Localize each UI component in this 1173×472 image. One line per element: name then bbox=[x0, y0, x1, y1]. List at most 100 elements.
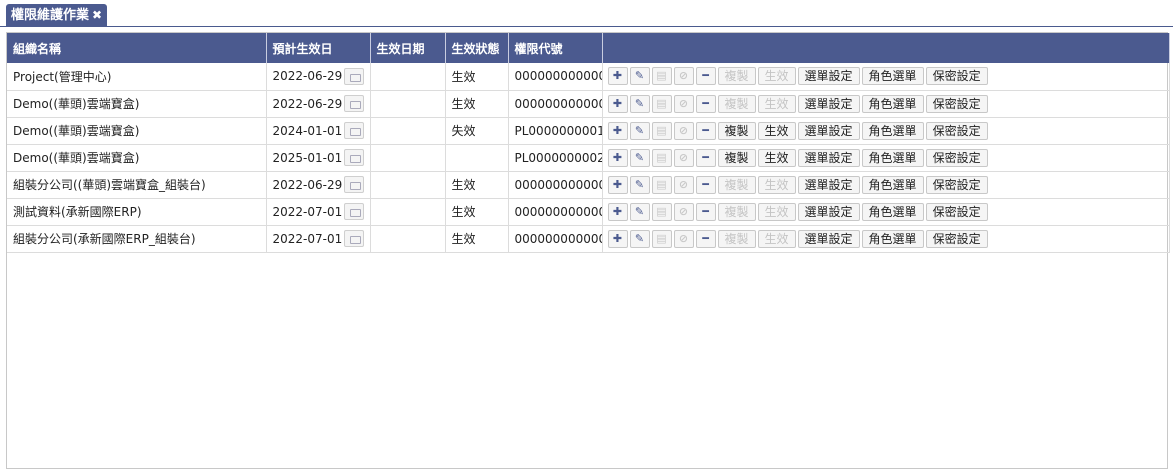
remove-icon[interactable]: ━ bbox=[695, 148, 716, 167]
add-icon[interactable]: ✚ bbox=[607, 175, 628, 194]
status-cell: 生效 bbox=[445, 63, 509, 91]
menu-settings-button[interactable]: 選單設定 bbox=[797, 175, 860, 194]
add-icon[interactable]: ✚ bbox=[607, 148, 628, 167]
folder-icon[interactable] bbox=[343, 122, 364, 139]
folder-icon[interactable] bbox=[343, 149, 364, 166]
table-row[interactable]: Project(管理中心) 2022-06-29 生效 000000000000… bbox=[7, 63, 1170, 91]
cancel-icon[interactable]: ⊘ bbox=[673, 121, 694, 140]
secrecy-settings-button[interactable]: 保密設定 bbox=[925, 202, 988, 221]
column-header-status[interactable]: 生效狀態 bbox=[445, 33, 509, 63]
edit-icon[interactable]: ✎ bbox=[629, 148, 650, 167]
table-row[interactable]: Demo((華頭)雲端寶盒) 2025-01-01 PL0000000002 ✚… bbox=[7, 144, 1170, 172]
table-row[interactable]: 組裝分公司(承新國際ERP_組裝台) 2022-07-01 生效 0000000… bbox=[7, 225, 1170, 253]
menu-settings-button[interactable]: 選單設定 bbox=[797, 202, 860, 221]
org-cell: Demo((華頭)雲端寶盒) bbox=[7, 144, 267, 172]
tab-permission-maintenance[interactable]: 權限維護作業 ✖ bbox=[6, 4, 108, 27]
save-icon[interactable]: ▤ bbox=[651, 202, 672, 221]
copy-button[interactable]: 複製 bbox=[717, 67, 756, 86]
role-menu-button[interactable]: 角色選單 bbox=[861, 67, 924, 86]
secrecy-settings-button[interactable]: 保密設定 bbox=[925, 229, 988, 248]
save-icon[interactable]: ▤ bbox=[651, 94, 672, 113]
copy-button[interactable]: 複製 bbox=[717, 202, 756, 221]
cancel-icon[interactable]: ⊘ bbox=[673, 148, 694, 167]
activate-button[interactable]: 生效 bbox=[757, 175, 796, 194]
activate-button[interactable]: 生效 bbox=[757, 229, 796, 248]
add-icon[interactable]: ✚ bbox=[607, 121, 628, 140]
edit-icon[interactable]: ✎ bbox=[629, 67, 650, 86]
actions-cell: ✚ ✎ ▤ ⊘ ━ 複製 生效 選單設定 角色選單 保密設定 bbox=[602, 90, 1170, 118]
activate-button[interactable]: 生效 bbox=[757, 94, 796, 113]
role-menu-button[interactable]: 角色選單 bbox=[861, 94, 924, 113]
folder-icon[interactable] bbox=[343, 95, 364, 112]
table-row[interactable]: 測試資料(承新國際ERP) 2022-07-01 生效 000000000000… bbox=[7, 198, 1170, 226]
cancel-icon[interactable]: ⊘ bbox=[673, 229, 694, 248]
copy-button[interactable]: 複製 bbox=[717, 94, 756, 113]
cancel-icon[interactable]: ⊘ bbox=[673, 175, 694, 194]
table-row[interactable]: Demo((華頭)雲端寶盒) 2022-06-29 生效 00000000000… bbox=[7, 90, 1170, 118]
remove-icon[interactable]: ━ bbox=[695, 67, 716, 86]
menu-settings-button[interactable]: 選單設定 bbox=[797, 94, 860, 113]
secrecy-settings-button[interactable]: 保密設定 bbox=[925, 121, 988, 140]
remove-icon[interactable]: ━ bbox=[695, 121, 716, 140]
menu-settings-button[interactable]: 選單設定 bbox=[797, 148, 860, 167]
secrecy-settings-button[interactable]: 保密設定 bbox=[925, 148, 988, 167]
save-icon[interactable]: ▤ bbox=[651, 175, 672, 194]
activate-button[interactable]: 生效 bbox=[757, 148, 796, 167]
column-header-code[interactable]: 權限代號 bbox=[508, 33, 603, 63]
role-menu-button[interactable]: 角色選單 bbox=[861, 175, 924, 194]
planned-date-cell: 2022-07-01 bbox=[266, 198, 371, 226]
save-icon[interactable]: ▤ bbox=[651, 229, 672, 248]
edit-icon[interactable]: ✎ bbox=[629, 175, 650, 194]
copy-button[interactable]: 複製 bbox=[717, 148, 756, 167]
add-icon[interactable]: ✚ bbox=[607, 202, 628, 221]
code-cell: 000000000000 bbox=[508, 171, 603, 199]
copy-button[interactable]: 複製 bbox=[717, 229, 756, 248]
edit-icon[interactable]: ✎ bbox=[629, 121, 650, 140]
role-menu-button[interactable]: 角色選單 bbox=[861, 202, 924, 221]
org-cell: 組裝分公司((華頭)雲端寶盒_組裝台) bbox=[7, 171, 267, 199]
save-icon[interactable]: ▤ bbox=[651, 67, 672, 86]
remove-icon[interactable]: ━ bbox=[695, 202, 716, 221]
save-icon[interactable]: ▤ bbox=[651, 148, 672, 167]
add-icon[interactable]: ✚ bbox=[607, 229, 628, 248]
table-row[interactable]: 組裝分公司((華頭)雲端寶盒_組裝台) 2022-06-29 生效 000000… bbox=[7, 171, 1170, 199]
edit-icon[interactable]: ✎ bbox=[629, 94, 650, 113]
cancel-icon[interactable]: ⊘ bbox=[673, 202, 694, 221]
column-header-effective-date[interactable]: 生效日期 bbox=[370, 33, 446, 63]
close-icon[interactable]: ✖ bbox=[92, 8, 102, 22]
save-icon[interactable]: ▤ bbox=[651, 121, 672, 140]
folder-icon[interactable] bbox=[343, 67, 364, 85]
folder-icon[interactable] bbox=[343, 203, 364, 220]
menu-settings-button[interactable]: 選單設定 bbox=[797, 229, 860, 248]
column-header-org[interactable]: 組織名稱 bbox=[7, 33, 267, 63]
secrecy-settings-button[interactable]: 保密設定 bbox=[925, 175, 988, 194]
tab-bar: 權限維護作業 ✖ bbox=[0, 0, 1173, 27]
table-row[interactable]: Demo((華頭)雲端寶盒) 2024-01-01 失效 PL000000000… bbox=[7, 117, 1170, 145]
activate-button[interactable]: 生效 bbox=[757, 67, 796, 86]
secrecy-settings-button[interactable]: 保密設定 bbox=[925, 67, 988, 86]
menu-settings-button[interactable]: 選單設定 bbox=[797, 67, 860, 86]
cancel-icon[interactable]: ⊘ bbox=[673, 94, 694, 113]
activate-button[interactable]: 生效 bbox=[757, 121, 796, 140]
role-menu-button[interactable]: 角色選單 bbox=[861, 121, 924, 140]
org-cell: Demo((華頭)雲端寶盒) bbox=[7, 90, 267, 118]
cancel-icon[interactable]: ⊘ bbox=[673, 67, 694, 86]
remove-icon[interactable]: ━ bbox=[695, 175, 716, 194]
secrecy-settings-button[interactable]: 保密設定 bbox=[925, 94, 988, 113]
add-icon[interactable]: ✚ bbox=[607, 94, 628, 113]
role-menu-button[interactable]: 角色選單 bbox=[861, 148, 924, 167]
edit-icon[interactable]: ✎ bbox=[629, 229, 650, 248]
copy-button[interactable]: 複製 bbox=[717, 121, 756, 140]
folder-icon[interactable] bbox=[343, 176, 364, 193]
menu-settings-button[interactable]: 選單設定 bbox=[797, 121, 860, 140]
add-icon[interactable]: ✚ bbox=[607, 67, 628, 86]
status-cell: 生效 bbox=[445, 171, 509, 199]
remove-icon[interactable]: ━ bbox=[695, 94, 716, 113]
role-menu-button[interactable]: 角色選單 bbox=[861, 229, 924, 248]
remove-icon[interactable]: ━ bbox=[695, 229, 716, 248]
copy-button[interactable]: 複製 bbox=[717, 175, 756, 194]
activate-button[interactable]: 生效 bbox=[757, 202, 796, 221]
edit-icon[interactable]: ✎ bbox=[629, 202, 650, 221]
column-header-planned-date[interactable]: 預計生效日 bbox=[266, 33, 371, 63]
folder-icon[interactable] bbox=[343, 230, 364, 247]
